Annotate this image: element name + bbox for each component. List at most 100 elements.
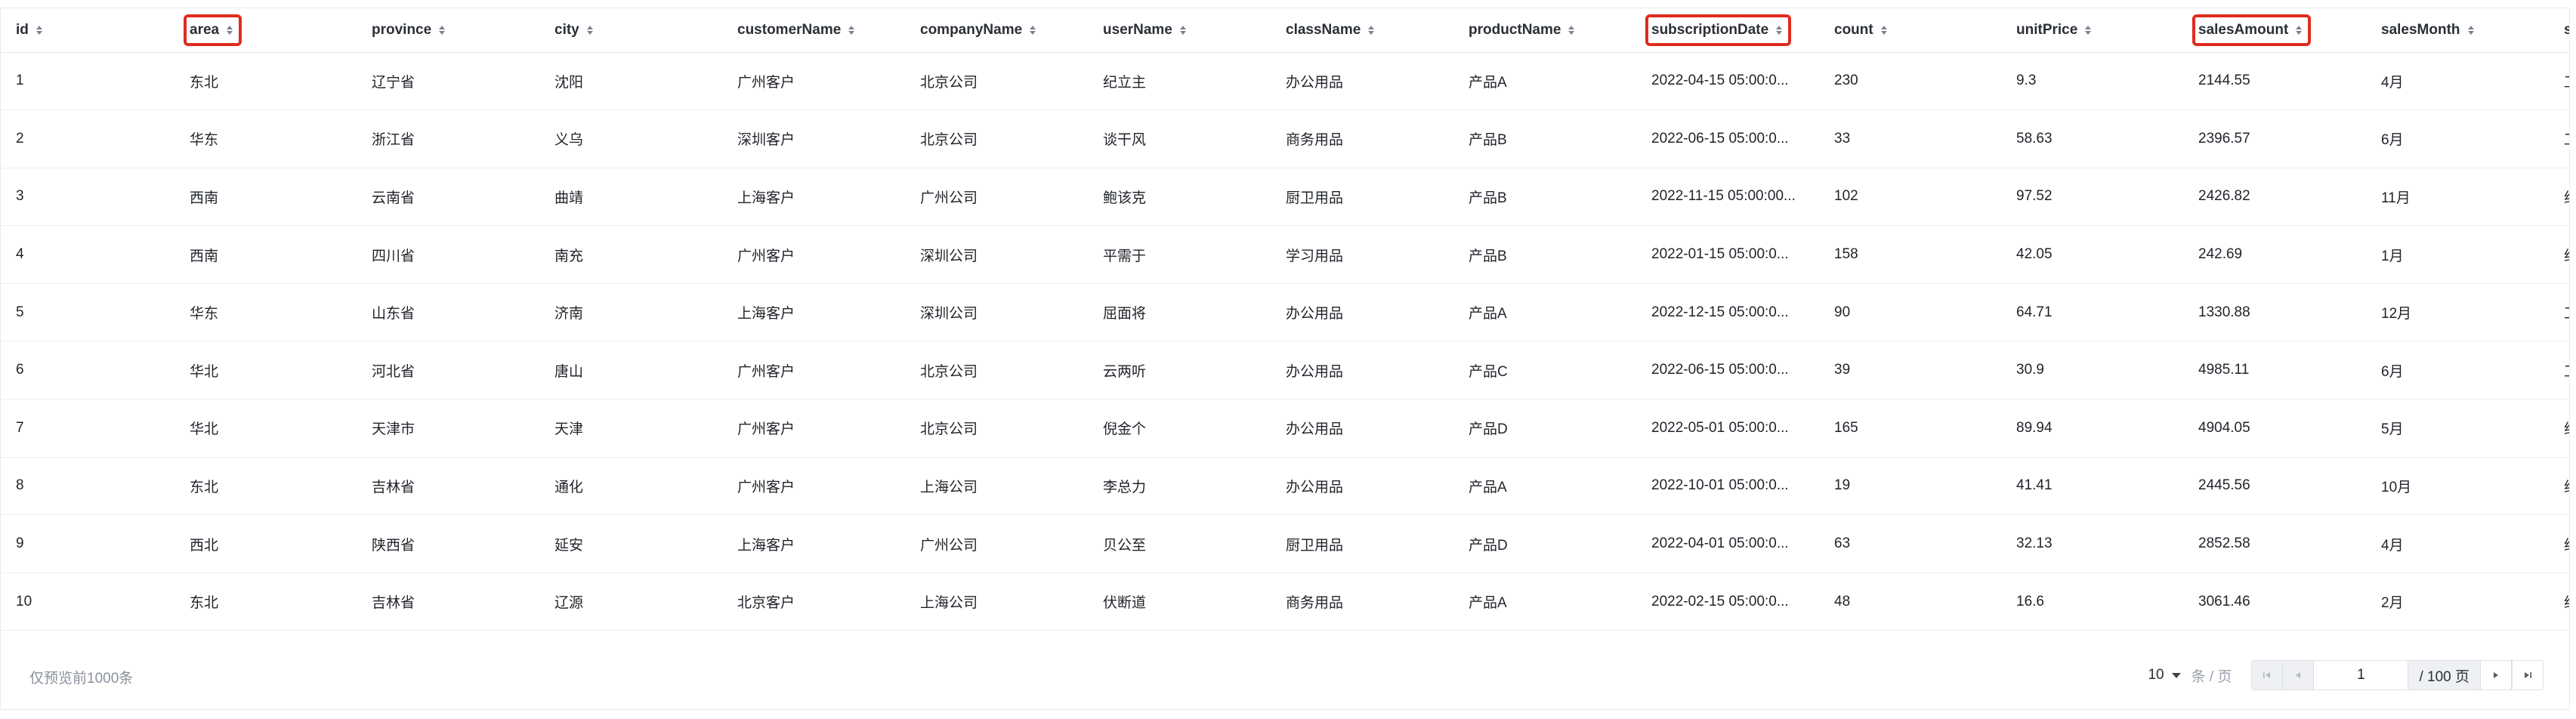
column-header-city[interactable]: city <box>539 8 722 53</box>
table-scroll-area[interactable]: id area province city customerName companyNam… <box>1 8 2569 640</box>
sort-icon[interactable] <box>1030 25 1036 35</box>
cell-city: 曲靖 <box>539 168 722 227</box>
cell-customerName: 广州客户 <box>722 52 905 111</box>
sort-icon[interactable] <box>1368 25 1375 35</box>
highlighted-column-header: salesAmount <box>2191 14 2312 46</box>
sort-icon[interactable] <box>227 25 233 35</box>
prev-page-icon[interactable] <box>2283 661 2315 690</box>
last-page-icon[interactable] <box>2512 661 2543 690</box>
sort-icon[interactable] <box>1880 25 1887 35</box>
table-row[interactable]: 3 西南 云南省 曲靖 上海客户 广州公司 鲍该克 厨卫用品 产品B 2022-11-15 05:… <box>1 168 2569 227</box>
column-header-area[interactable]: area <box>175 8 357 53</box>
cell-customerName: 深圳客户 <box>722 110 905 168</box>
table-row[interactable]: 1 东北 辽宁省 沈阳 广州客户 北京公司 纪立主 办公用品 产品A 2022-04-15 05:… <box>1 52 2569 111</box>
sort-icon[interactable] <box>848 25 855 35</box>
cell-salesAmount: 4985.11 <box>2183 341 2366 400</box>
cell-s: 约 <box>2549 399 2569 458</box>
table-body: 1 东北 辽宁省 沈阳 广州客户 北京公司 纪立主 办公用品 产品A 2022-04-15 05:… <box>1 52 2569 631</box>
table-row[interactable]: 5 华东 山东省 济南 上海客户 深圳公司 屈面将 办公用品 产品A 2022-12-15 05:… <box>1 283 2569 342</box>
sort-icon[interactable] <box>2467 25 2474 35</box>
column-header-label: province <box>372 21 432 38</box>
table-row[interactable]: 2 华东 浙江省 义乌 深圳客户 北京公司 谈干风 商务用品 产品B 2022-06-15 05:… <box>1 110 2569 168</box>
first-page-icon[interactable] <box>2252 661 2284 690</box>
cell-count: 33 <box>1819 110 2001 168</box>
cell-s: 约 <box>2549 225 2569 284</box>
cell-userName: 倪金个 <box>1088 399 1271 458</box>
cell-companyName: 北京公司 <box>905 341 1088 400</box>
cell-className: 办公用品 <box>1271 283 1453 342</box>
sort-icon[interactable] <box>439 25 446 35</box>
column-header-productName[interactable]: productName <box>1453 8 1636 53</box>
column-header-inner: unitPrice <box>2016 22 2092 39</box>
column-header-count[interactable]: count <box>1819 8 2001 53</box>
cell-area: 华北 <box>175 399 357 458</box>
highlighted-column-header: subscriptionDate <box>1645 14 1792 46</box>
column-header-s[interactable]: s <box>2549 8 2569 53</box>
cell-className: 办公用品 <box>1271 457 1453 516</box>
cell-city: 天津 <box>539 399 722 458</box>
sort-icon[interactable] <box>1568 25 1575 35</box>
cell-subscriptionDate: 2022-06-15 05:00:0... <box>1636 110 1819 168</box>
column-header-unitPrice[interactable]: unitPrice <box>2001 8 2183 53</box>
cell-unitPrice: 97.52 <box>2001 168 2183 227</box>
cell-s: 约 <box>2549 457 2569 516</box>
cell-companyName: 北京公司 <box>905 110 1088 168</box>
cell-salesMonth: 4月 <box>2366 52 2549 111</box>
table-footer: 仅预览前1000条 10 条 / 页 / 100 页 <box>1 640 2569 709</box>
sort-icon[interactable] <box>2296 25 2303 35</box>
column-header-inner: className <box>1286 21 1375 39</box>
column-header-companyName[interactable]: companyName <box>905 8 1088 53</box>
column-header-label: className <box>1286 21 1361 38</box>
cell-salesAmount: 1330.88 <box>2183 283 2366 342</box>
column-header-userName[interactable]: userName <box>1088 8 1271 53</box>
cell-province: 云南省 <box>357 168 539 227</box>
cell-count: 230 <box>1819 52 2001 111</box>
column-header-label: customerName <box>737 21 842 38</box>
cell-area: 东北 <box>175 572 357 631</box>
page-size-select[interactable]: 10 条 / 页 <box>2148 665 2232 686</box>
column-header-id[interactable]: id <box>1 8 175 53</box>
column-header-customerName[interactable]: customerName <box>722 8 905 53</box>
column-header-label: count <box>1834 21 1873 38</box>
cell-city: 南充 <box>539 225 722 284</box>
table-row[interactable]: 8 东北 吉林省 通化 广州客户 上海公司 李总力 办公用品 产品A 2022-10-01 05:… <box>1 457 2569 516</box>
column-header-province[interactable]: province <box>357 8 539 53</box>
cell-s: 工 <box>2549 110 2569 168</box>
cell-unitPrice: 32.13 <box>2001 514 2183 573</box>
cell-salesAmount: 2144.55 <box>2183 52 2366 111</box>
cell-salesAmount: 2396.57 <box>2183 110 2366 168</box>
sort-icon[interactable] <box>1179 25 1186 35</box>
cell-userName: 鲍该克 <box>1088 168 1271 227</box>
table-row[interactable]: 7 华北 天津市 天津 广州客户 北京公司 倪金个 办公用品 产品D 2022-05-01 05:… <box>1 399 2569 458</box>
column-header-label: salesAmount <box>2198 21 2289 38</box>
sort-icon[interactable] <box>2085 25 2092 35</box>
table-row[interactable]: 4 西南 四川省 南充 广州客户 深圳公司 平需于 学习用品 产品B 2022-01-15 05:… <box>1 225 2569 284</box>
cell-province: 辽宁省 <box>357 52 539 111</box>
cell-subscriptionDate: 2022-04-01 05:00:0... <box>1636 514 1819 573</box>
cell-s: 工 <box>2549 52 2569 111</box>
cell-province: 天津市 <box>357 399 539 458</box>
cell-id: 9 <box>1 514 175 573</box>
column-header-salesMonth[interactable]: salesMonth <box>2366 8 2549 53</box>
next-page-icon[interactable] <box>2481 661 2512 690</box>
sort-icon[interactable] <box>586 25 593 35</box>
cell-customerName: 北京客户 <box>722 572 905 631</box>
cell-customerName: 广州客户 <box>722 457 905 516</box>
cell-subscriptionDate: 2022-11-15 05:00:00... <box>1636 168 1819 227</box>
table-row[interactable]: 6 华北 河北省 唐山 广州客户 北京公司 云两听 办公用品 产品C 2022-06-15 05:… <box>1 341 2569 400</box>
cell-city: 唐山 <box>539 341 722 400</box>
table-row[interactable]: 10 东北 吉林省 辽源 北京客户 上海公司 伏断道 商务用品 产品A 2022-02-15 05… <box>1 572 2569 631</box>
column-header-label: productName <box>1469 21 1561 38</box>
cell-id: 4 <box>1 225 175 284</box>
column-header-subscriptionDate[interactable]: subscriptionDate <box>1636 8 1819 53</box>
cell-id: 6 <box>1 341 175 400</box>
sort-icon[interactable] <box>36 25 42 35</box>
column-header-salesAmount[interactable]: salesAmount <box>2183 8 2366 53</box>
current-page-input[interactable] <box>2314 661 2409 690</box>
table-row[interactable]: 9 西北 陕西省 延安 上海客户 广州公司 贝公至 厨卫用品 产品D 2022-04-01 05:… <box>1 514 2569 573</box>
sort-icon[interactable] <box>1776 25 1783 35</box>
cell-subscriptionDate: 2022-10-01 05:00:0... <box>1636 457 1819 516</box>
column-header-className[interactable]: className <box>1271 8 1453 53</box>
cell-province: 陕西省 <box>357 514 539 573</box>
cell-salesMonth: 6月 <box>2366 341 2549 400</box>
